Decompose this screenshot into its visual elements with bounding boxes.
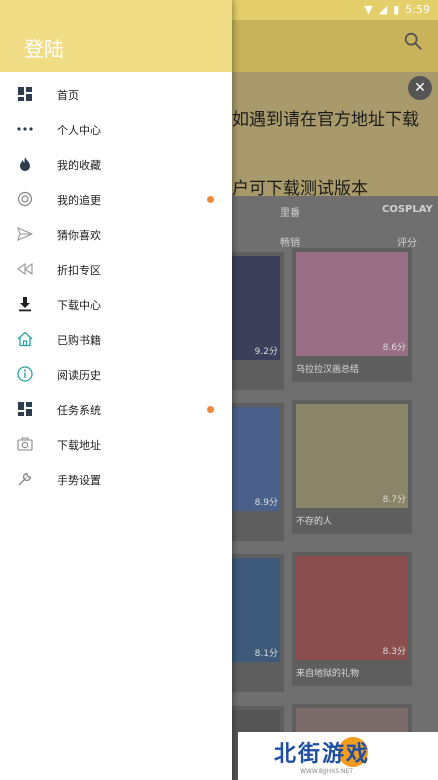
score-label: 9.2分	[254, 347, 278, 357]
tab-cosplay[interactable]: COSPLAY	[382, 204, 433, 215]
list-item[interactable]: 9.2分	[232, 252, 284, 390]
menu-item-profile[interactable]: 个人中心	[0, 112, 232, 147]
score-label: 8.1分	[254, 649, 278, 659]
card-title: 来自地狱的礼物	[296, 669, 360, 679]
menu-item-label: 已购书籍	[57, 334, 101, 347]
login-button[interactable]: 登陆	[24, 33, 64, 62]
card-title: 乌拉拉汉画总结	[296, 365, 360, 375]
banner-text-2: 户可下载测试版本	[232, 179, 368, 196]
download-icon	[19, 297, 31, 312]
grid-icon	[18, 402, 32, 416]
menu-item-tasks[interactable]: 任务系统	[0, 392, 232, 427]
background-content: 如遇到请在官方地址下载 户可下载测试版本 ✕ 里番 COSPLAY 畅销 评分 …	[232, 20, 438, 780]
menu-item-gesture-settings[interactable]: 手势设置	[0, 462, 232, 497]
refresh-circle-icon	[17, 191, 33, 207]
menu-item-purchased[interactable]: 已购书籍	[0, 322, 232, 357]
list-item[interactable]: 8.1分	[232, 554, 284, 692]
watermark-url: WWW.BJJHXS.NET	[300, 768, 353, 775]
home-icon	[17, 331, 33, 347]
notification-badge	[207, 406, 214, 413]
drawer-header: 登陆	[0, 0, 232, 72]
menu-item-label: 下载地址	[57, 439, 101, 452]
drawer-menu: 首页 个人中心 我的收藏 我的追更 猜你喜欢 折扣专区 下载中心 已购书籍 阅读…	[0, 77, 232, 497]
menu-item-label: 我的收藏	[57, 159, 101, 172]
score-label: 8.3分	[382, 647, 406, 657]
menu-item-label: 猜你喜欢	[57, 229, 101, 242]
comic-card[interactable]: 8.6分 乌拉拉汉画总结	[292, 248, 412, 382]
menu-item-favorites[interactable]: 我的收藏	[0, 147, 232, 182]
notification-badge	[207, 196, 214, 203]
more-dots-icon	[17, 127, 33, 131]
background-banner[interactable]: 如遇到请在官方地址下载 户可下载测试版本 ✕	[232, 72, 438, 196]
score-label: 8.9分	[254, 498, 278, 508]
menu-item-label: 阅读历史	[57, 369, 101, 382]
menu-item-label: 手势设置	[57, 474, 101, 487]
menu-item-discount[interactable]: 折扣专区	[0, 252, 232, 287]
wrench-icon	[18, 472, 32, 486]
menu-item-label: 折扣专区	[57, 264, 101, 277]
menu-item-following[interactable]: 我的追更	[0, 182, 232, 217]
background-tabs: 里番 COSPLAY	[232, 196, 438, 222]
navigation-drawer: 登陆 首页 个人中心 我的收藏 我的追更 猜你喜欢 折扣专区 下载中心 已购书籍…	[0, 0, 232, 780]
menu-item-label: 下载中心	[57, 299, 101, 312]
watermark-text: 北街游戏	[274, 742, 371, 767]
comic-card[interactable]: 8.7分 不存的人	[292, 400, 412, 534]
wifi-icon: ▼	[364, 3, 373, 16]
battery-icon: ▮	[393, 3, 400, 16]
menu-item-label: 我的追更	[57, 194, 101, 207]
flame-icon	[20, 157, 30, 171]
subtab-bestseller[interactable]: 畅销	[280, 234, 300, 249]
rewind-icon	[17, 262, 33, 276]
menu-item-recommend[interactable]: 猜你喜欢	[0, 217, 232, 252]
camera-icon	[17, 437, 33, 451]
card-title: 不存的人	[296, 517, 333, 527]
grid-icon	[18, 87, 32, 101]
menu-item-history[interactable]: 阅读历史	[0, 357, 232, 392]
search-icon[interactable]	[402, 30, 424, 52]
signal-icon: ◢	[378, 3, 388, 16]
send-icon	[17, 227, 33, 241]
status-time: 5:59	[405, 3, 430, 16]
score-label: 8.6分	[382, 343, 406, 353]
menu-item-download-address[interactable]: 下载地址	[0, 427, 232, 462]
info-icon	[17, 366, 33, 382]
list-item[interactable]: 8.9分	[232, 403, 284, 541]
menu-item-label: 首页	[57, 89, 79, 102]
menu-item-label: 个人中心	[57, 124, 101, 137]
background-toolbar	[232, 20, 438, 72]
subtab-rating[interactable]: 评分	[397, 234, 417, 249]
score-label: 8.7分	[382, 495, 406, 505]
banner-text-1: 如遇到请在官方地址下载	[232, 110, 419, 130]
menu-item-home[interactable]: 首页	[0, 77, 232, 112]
close-icon[interactable]: ✕	[408, 76, 432, 100]
tab-lifan[interactable]: 里番	[280, 204, 300, 219]
comic-card[interactable]: 8.3分 来自地狱的礼物	[292, 552, 412, 686]
status-right-icons: ▼ ◢ ▮ 5:59	[364, 3, 430, 16]
menu-item-downloads[interactable]: 下载中心	[0, 287, 232, 322]
watermark: 北街游戏 WWW.BJJHXS.NET	[238, 732, 438, 780]
menu-item-label: 任务系统	[57, 404, 101, 417]
